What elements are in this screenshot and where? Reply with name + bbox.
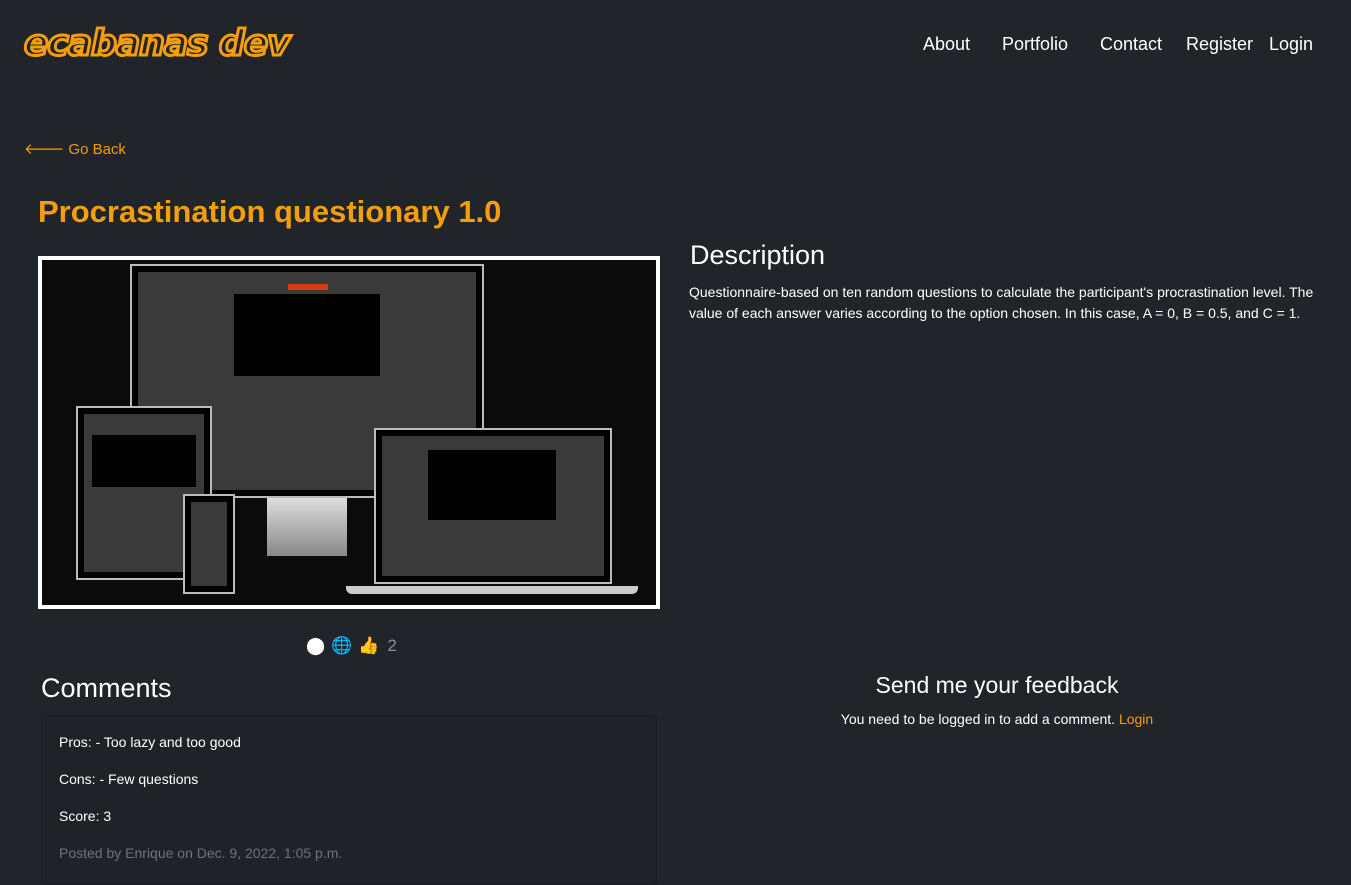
nav-login[interactable]: Login	[1269, 34, 1313, 55]
nav-portfolio[interactable]: Portfolio	[1002, 34, 1068, 55]
logo[interactable]: ecabanas dev	[23, 22, 293, 66]
comments-heading: Comments	[41, 673, 172, 703]
thumbs-up-icon[interactable]: 👍	[358, 636, 379, 656]
nav-register[interactable]: Register	[1186, 34, 1253, 55]
project-image	[38, 256, 660, 609]
feedback-text: You need to be logged in to add a commen…	[840, 711, 1116, 727]
project-actions: ⬤ 🌐 👍 2	[306, 636, 397, 656]
feedback-heading: Send me your feedback	[875, 672, 1119, 698]
like-count: 2	[387, 636, 397, 655]
comment-score: Score: 3	[59, 808, 112, 824]
page-title: Procrastination questionary 1.0	[38, 194, 502, 229]
phone	[183, 494, 235, 594]
comment-cons: Cons: - Few questions	[59, 771, 199, 787]
github-icon[interactable]: ⬤	[306, 636, 325, 656]
go-back-label: Go Back	[68, 141, 126, 158]
arrow-left-icon: 🡐	[24, 141, 69, 158]
go-back-link[interactable]: 🡐 Go Back	[24, 139, 126, 158]
feedback-notice: You need to be logged in to add a commen…	[662, 711, 1332, 727]
description-text: Questionnaire-based on ten random questi…	[689, 284, 1314, 321]
comment-pros: Pros: - Too lazy and too good	[59, 734, 241, 750]
nav-contact[interactable]: Contact	[1100, 34, 1162, 55]
comment-meta: Posted by Enrique on Dec. 9, 2022, 1:05 …	[59, 845, 343, 861]
globe-icon[interactable]: 🌐	[331, 636, 352, 656]
feedback-login-link[interactable]: Login	[1119, 711, 1153, 727]
description-heading: Description	[690, 240, 826, 270]
nav-about[interactable]: About	[923, 34, 970, 55]
comment-card: Pros: - Too lazy and too good Cons: - Fe…	[41, 715, 657, 885]
